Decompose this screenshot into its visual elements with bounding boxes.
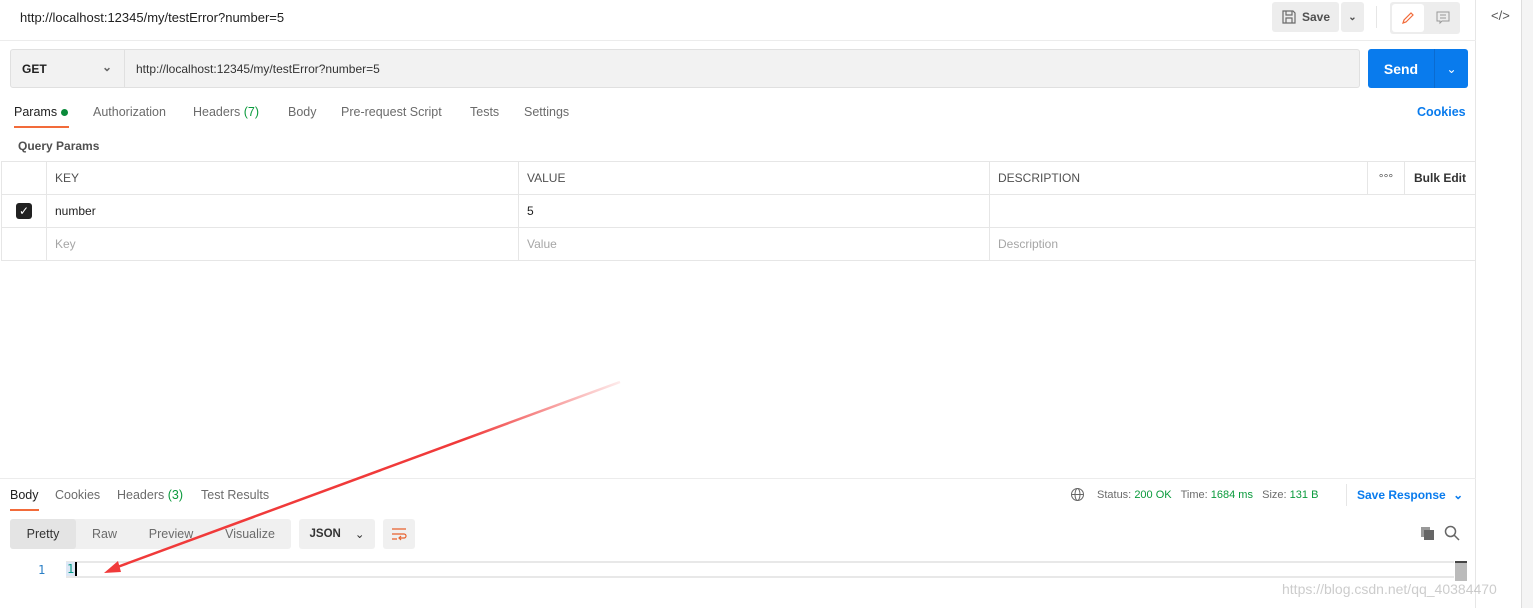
request-panel: http://localhost:12345/my/testError?numb…	[0, 0, 1476, 608]
pencil-icon	[1402, 12, 1414, 24]
view-pretty[interactable]: Pretty	[10, 519, 76, 549]
query-params-table: KEY VALUE DESCRIPTION °°° Bulk Edit ✓ nu…	[1, 161, 1476, 261]
globe-icon[interactable]	[1070, 487, 1085, 502]
wrap-icon	[392, 528, 407, 541]
chevron-down-icon: ⌄	[1453, 488, 1464, 502]
response-active-indicator	[10, 509, 39, 511]
view-preview[interactable]: Preview	[133, 519, 209, 549]
response-tab-test-results[interactable]: Test Results	[201, 488, 269, 502]
search-icon[interactable]	[1444, 525, 1460, 541]
response-tab-cookies[interactable]: Cookies	[55, 488, 100, 502]
table-row-new: Key Value Description	[1, 227, 1476, 261]
table-header-row: KEY VALUE DESCRIPTION °°° Bulk Edit	[1, 161, 1476, 195]
comment-icon	[1436, 11, 1450, 25]
tab-body[interactable]: Body	[288, 105, 317, 119]
line-number: 1	[38, 563, 46, 577]
view-raw[interactable]: Raw	[76, 519, 133, 549]
save-icon	[1282, 10, 1296, 24]
wrap-lines-button[interactable]	[383, 519, 415, 549]
param-value[interactable]: 5	[518, 194, 990, 228]
response-tab-headers[interactable]: Headers (3)	[117, 488, 183, 502]
description-input[interactable]: Description	[989, 227, 1476, 261]
right-sidebar: </>	[1476, 0, 1522, 608]
url-input[interactable]: http://localhost:12345/my/testError?numb…	[125, 49, 1360, 88]
params-active-dot	[60, 109, 68, 116]
tab-params[interactable]: Params	[14, 105, 68, 119]
save-label: Save	[1301, 10, 1331, 24]
send-dropdown-icon[interactable]: ⌄	[1435, 49, 1468, 88]
comments-button[interactable]	[1428, 4, 1458, 32]
response-tab-body[interactable]: Body	[10, 488, 39, 502]
table-row: ✓ number 5	[1, 194, 1476, 228]
save-dropdown-button[interactable]: ⌄	[1341, 2, 1364, 32]
request-title: http://localhost:12345/my/testError?numb…	[20, 10, 285, 25]
tab-headers[interactable]: Headers (7)	[193, 105, 259, 119]
chevron-down-icon: ⌄	[101, 60, 112, 74]
param-key[interactable]: number	[46, 194, 519, 228]
active-tab-indicator	[14, 126, 69, 128]
send-label: Send	[1368, 49, 1435, 88]
mode-toggle	[1390, 2, 1460, 34]
param-description[interactable]	[989, 194, 1476, 228]
code-line-highlight	[66, 561, 1454, 578]
response-body-text[interactable]: 1	[66, 562, 78, 576]
tab-settings[interactable]: Settings	[524, 105, 569, 119]
tab-tests[interactable]: Tests	[470, 105, 499, 119]
url-value: http://localhost:12345/my/testError?numb…	[136, 61, 380, 76]
method-select[interactable]: GET ⌄	[10, 49, 125, 88]
scrollbar-thumb[interactable]	[1455, 561, 1467, 581]
copy-icon[interactable]	[1420, 526, 1435, 541]
query-params-title: Query Params	[18, 139, 100, 153]
bulk-edit-button[interactable]: Bulk Edit	[1404, 161, 1476, 195]
column-key: KEY	[46, 161, 519, 195]
column-value: VALUE	[518, 161, 990, 195]
save-response-button[interactable]: Save Response ⌄	[1357, 488, 1463, 502]
column-description: DESCRIPTION	[989, 161, 1368, 195]
tab-authorization[interactable]: Authorization	[93, 105, 166, 119]
chevron-down-icon: ⌄	[1348, 11, 1357, 23]
view-visualize[interactable]: Visualize	[209, 519, 291, 549]
code-snippet-icon[interactable]: </>	[1491, 8, 1510, 23]
send-button[interactable]: Send ⌄	[1368, 49, 1468, 88]
divider	[1376, 6, 1377, 28]
chevron-down-icon: ⌄	[354, 529, 365, 541]
tab-pre-request-script[interactable]: Pre-request Script	[341, 105, 442, 119]
format-select[interactable]: JSON ⌄	[299, 519, 375, 549]
save-button[interactable]: Save	[1272, 2, 1339, 32]
status-value: 200 OK	[1134, 489, 1172, 501]
watermark: https://blog.csdn.net/qq_40384470	[1282, 581, 1497, 597]
response-meta: Status: 200 OK Time: 1684 ms Size: 131 B	[1097, 489, 1319, 501]
method-value: GET	[22, 61, 47, 76]
window-edge	[1521, 0, 1533, 608]
edit-mode-button[interactable]	[1392, 4, 1424, 32]
key-input[interactable]: Key	[46, 227, 519, 261]
size-value: 131 B	[1289, 489, 1319, 501]
more-options-icon[interactable]: °°°	[1367, 161, 1405, 195]
time-value: 1684 ms	[1210, 489, 1253, 501]
value-input[interactable]: Value	[518, 227, 990, 261]
row-enabled-checkbox[interactable]: ✓	[16, 203, 32, 219]
cookies-link[interactable]: Cookies	[1417, 105, 1466, 119]
